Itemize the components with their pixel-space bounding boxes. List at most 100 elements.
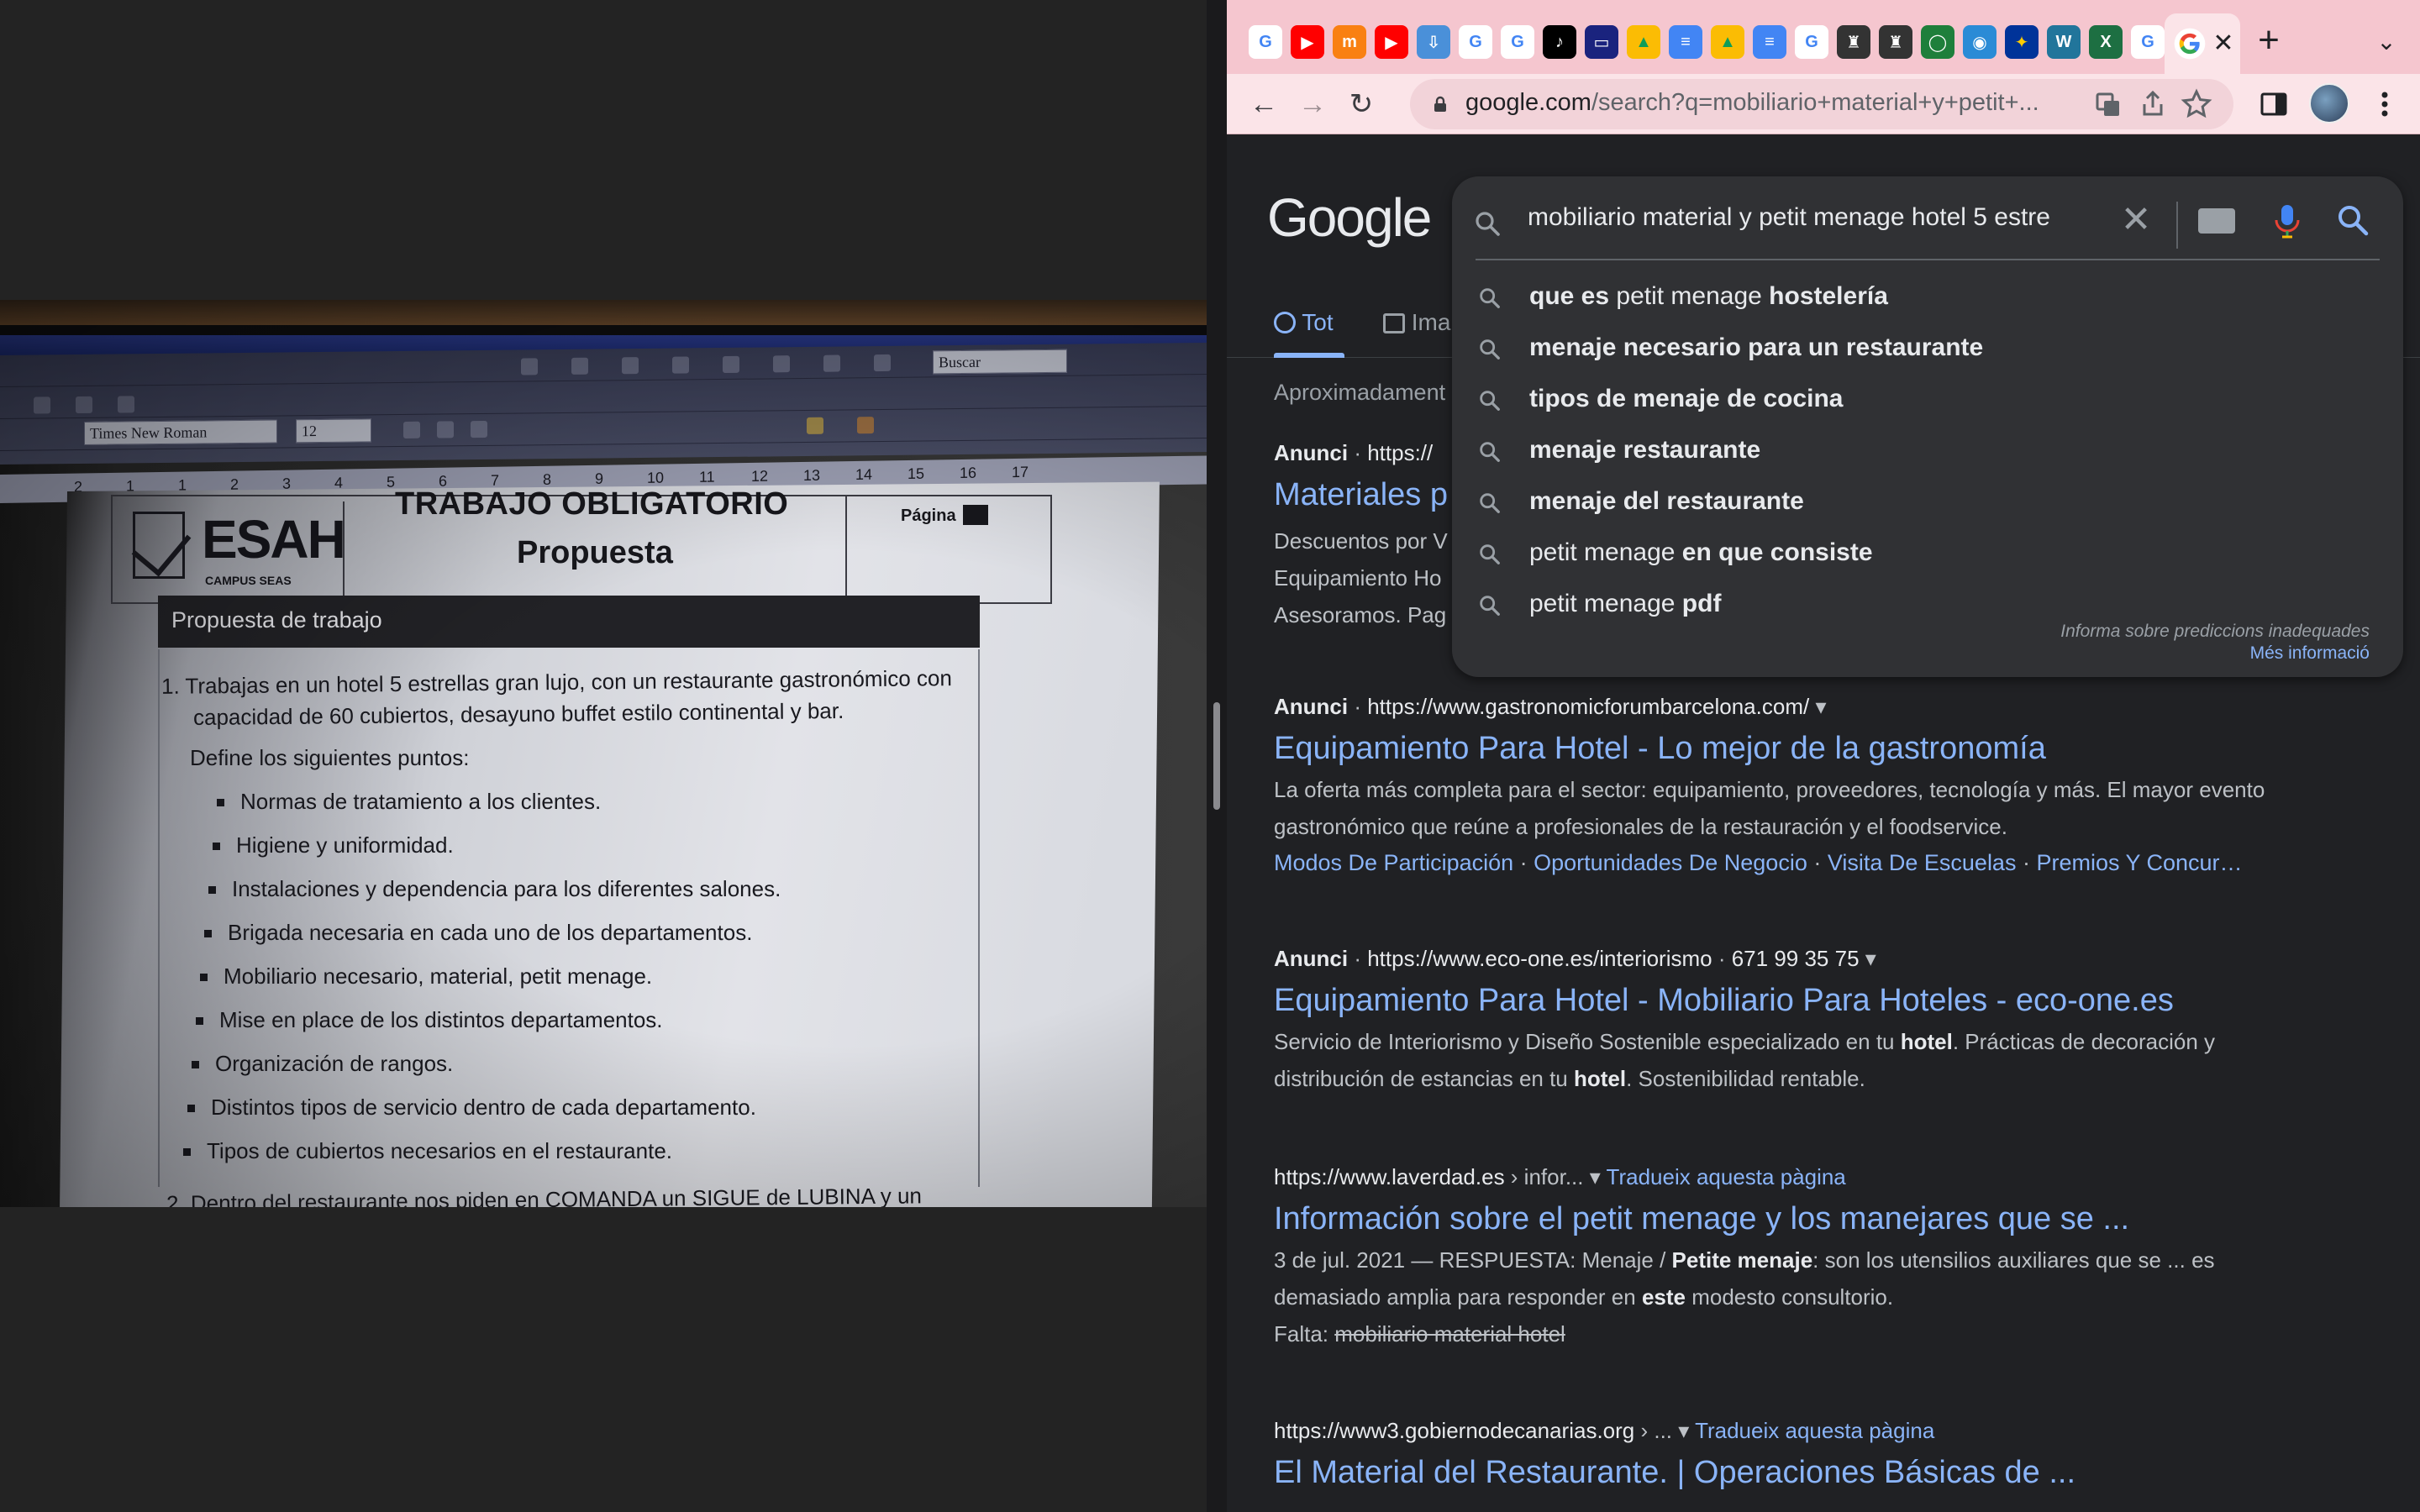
chevron-down-icon[interactable]: ▾ <box>1860 946 1876 971</box>
forward-button[interactable]: → <box>1294 86 1331 123</box>
doc-section-band: Propuesta de trabajo <box>158 596 980 648</box>
google-results-page: Google Tot Ima Aproximadament Anunci · h… <box>1227 134 2420 1512</box>
chevron-down-icon[interactable]: ▾ <box>1672 1418 1695 1443</box>
result-url[interactable]: https://www.eco-one.es/interiorismo <box>1367 946 1712 971</box>
microphone-icon[interactable] <box>2267 200 2307 242</box>
tiktok-tab-icon[interactable]: ♪ <box>1543 25 1576 59</box>
cloud-download-tab-icon[interactable]: ⇩ <box>1417 25 1450 59</box>
google-tab-icon[interactable]: G <box>1501 25 1534 59</box>
moodle-tab-icon[interactable]: m <box>1333 25 1366 59</box>
new-tab-button[interactable]: + <box>2249 22 2289 62</box>
lock-icon[interactable] <box>1432 96 1449 113</box>
result-breadcrumb: › infor... <box>1504 1164 1584 1189</box>
desk-edge <box>0 300 1207 325</box>
split-view-handle[interactable] <box>1213 702 1220 810</box>
castle-tab-icon[interactable]: ♜ <box>1879 25 1912 59</box>
result-url[interactable]: https://www3.gobiernodecanarias.org <box>1274 1418 1634 1443</box>
menu-kebab-icon[interactable] <box>2366 86 2403 123</box>
google-tab-icon[interactable]: G <box>1249 25 1282 59</box>
translate-icon[interactable] <box>2091 87 2124 121</box>
report-predictions-link[interactable]: Informa sobre prediccions inadequades <box>2060 622 2370 642</box>
suggestion-text: menaje del restaurante <box>1529 487 1804 515</box>
google-tab-icon[interactable]: G <box>1795 25 1828 59</box>
address-bar-url[interactable]: google.com/search?q=mobiliario+material+… <box>1465 89 2070 117</box>
google-logo[interactable]: Google <box>1267 186 1432 249</box>
keyboard-icon[interactable] <box>2198 208 2235 234</box>
clear-search-icon[interactable]: ✕ <box>2116 200 2156 240</box>
result-url[interactable]: https:// <box>1367 440 1433 465</box>
result-title[interactable]: Equipamiento Para Hotel - Mobiliario Par… <box>1274 983 2174 1019</box>
search-suggestion[interactable]: menaje del restaurante <box>1452 477 2403 528</box>
result-title[interactable]: Información sobre el petit menage y los … <box>1274 1201 2129 1237</box>
search-suggestion[interactable]: tipos de menaje de cocina <box>1452 375 2403 425</box>
google-tab-icon[interactable]: G <box>1459 25 1492 59</box>
search-suggestion[interactable]: menaje necesario para un restaurante <box>1452 323 2403 374</box>
ad-label: Anunci <box>1274 440 1349 465</box>
address-bar[interactable]: google.com/search?q=mobiliario+material+… <box>1410 79 2233 129</box>
tab-images[interactable]: Ima <box>1383 309 1450 336</box>
doc-page-number <box>963 505 988 525</box>
tab-search-chevron-icon[interactable]: ⌄ <box>2368 24 2405 60</box>
result-description: Servicio de Interiorismo y Diseño Sosten… <box>1274 1023 2282 1097</box>
bullet-icon <box>196 1017 203 1025</box>
result-title[interactable]: Equipamiento Para Hotel - Lo mejor de la… <box>1274 731 2046 767</box>
youtube-tab-icon[interactable]: ▶ <box>1291 25 1324 59</box>
desc-bold: hotel <box>1900 1029 1953 1054</box>
circle-app-tab-icon[interactable]: ◯ <box>1921 25 1954 59</box>
sitelink[interactable]: Oportunidades De Negocio <box>1534 850 1807 875</box>
suggestions-separator <box>1476 259 2380 260</box>
wordpress-tab-icon[interactable]: W <box>2047 25 2081 59</box>
reload-button[interactable]: ↻ <box>1343 86 1380 123</box>
screen-tab-icon[interactable]: ▭ <box>1585 25 1618 59</box>
search-input[interactable]: mobiliario material y petit menage hotel… <box>1528 203 2116 232</box>
more-info-link[interactable]: Més informació <box>2250 643 2370 664</box>
result-url[interactable]: https://www.laverdad.es <box>1274 1164 1505 1189</box>
profile-avatar[interactable] <box>2309 83 2349 123</box>
sitelink[interactable]: Modos De Participación <box>1274 850 1513 875</box>
search-suggestion[interactable]: que es petit menage hostelería <box>1452 272 2403 323</box>
castle-tab-icon[interactable]: ♜ <box>1837 25 1870 59</box>
result-title[interactable]: El Material del Restaurante. | Operacion… <box>1274 1455 2075 1491</box>
sitelink[interactable]: Visita De Escuelas <box>1828 850 2017 875</box>
google-tab-icon[interactable]: G <box>2131 25 2165 59</box>
tab-all-label: Tot <box>1302 309 1334 335</box>
photo-word-toolbar: Buscar Times New Roman 12 <box>0 342 1207 465</box>
docs-tab-icon[interactable]: ≡ <box>1669 25 1702 59</box>
doc-subtitle: Propuesta <box>517 535 673 570</box>
eu-flag-tab-icon[interactable]: ✦ <box>2005 25 2039 59</box>
drive-tab-icon[interactable]: ▲ <box>1711 25 1744 59</box>
drive-tab-icon[interactable]: ▲ <box>1627 25 1660 59</box>
tab-close-button[interactable]: ✕ <box>2208 29 2238 59</box>
translate-link[interactable]: Tradueix aquesta pàgina <box>1607 1164 1846 1189</box>
back-button[interactable]: ← <box>1245 86 1282 123</box>
chevron-down-icon[interactable]: ▾ <box>1584 1164 1607 1189</box>
search-result: Anunci · https://www.eco-one.es/interior… <box>1274 946 2366 1147</box>
suggestion-text: menaje restaurante <box>1529 436 1761 464</box>
result-phone[interactable]: 671 99 35 75 <box>1732 946 1860 971</box>
share-icon[interactable] <box>2136 87 2170 121</box>
search-icon <box>1480 544 1500 564</box>
search-suggestion[interactable]: petit menage en que consiste <box>1452 528 2403 579</box>
search-submit-icon[interactable] <box>2333 200 2373 242</box>
suggestion-text: petit menage en que consiste <box>1529 538 1873 566</box>
result-title[interactable]: Materiales p <box>1274 477 1448 513</box>
bookmark-star-icon[interactable] <box>2180 87 2213 121</box>
tab-all[interactable]: Tot <box>1274 309 1334 336</box>
search-suggestion[interactable]: menaje restaurante <box>1452 426 2403 476</box>
excel-tab-icon[interactable]: X <box>2089 25 2123 59</box>
chevron-down-icon[interactable]: ▾ <box>1809 694 1826 719</box>
desc-text: Servicio de Interiorismo y Diseño Sosten… <box>1274 1029 1901 1054</box>
location-tab-icon[interactable]: ◉ <box>1963 25 1996 59</box>
doc-logo-sub: CAMPUS SEAS <box>205 574 292 587</box>
photo-toolbar-icon <box>773 355 790 373</box>
ad-label: Anunci <box>1274 694 1349 719</box>
photo-toolbar-icon <box>874 354 891 372</box>
translate-link[interactable]: Tradueix aquesta pàgina <box>1695 1418 1934 1443</box>
docs-tab-icon[interactable]: ≡ <box>1753 25 1786 59</box>
result-url[interactable]: https://www.gastronomicforumbarcelona.co… <box>1367 694 1809 719</box>
active-tab[interactable]: ✕ <box>2165 13 2240 74</box>
side-panel-icon[interactable] <box>2255 86 2292 123</box>
youtube-tab-icon[interactable]: ▶ <box>1375 25 1408 59</box>
sitelink[interactable]: Premios Y Concur… <box>2036 850 2242 875</box>
doc-bullet-item: Distintos tipos de servicio dentro de ca… <box>211 1095 756 1120</box>
